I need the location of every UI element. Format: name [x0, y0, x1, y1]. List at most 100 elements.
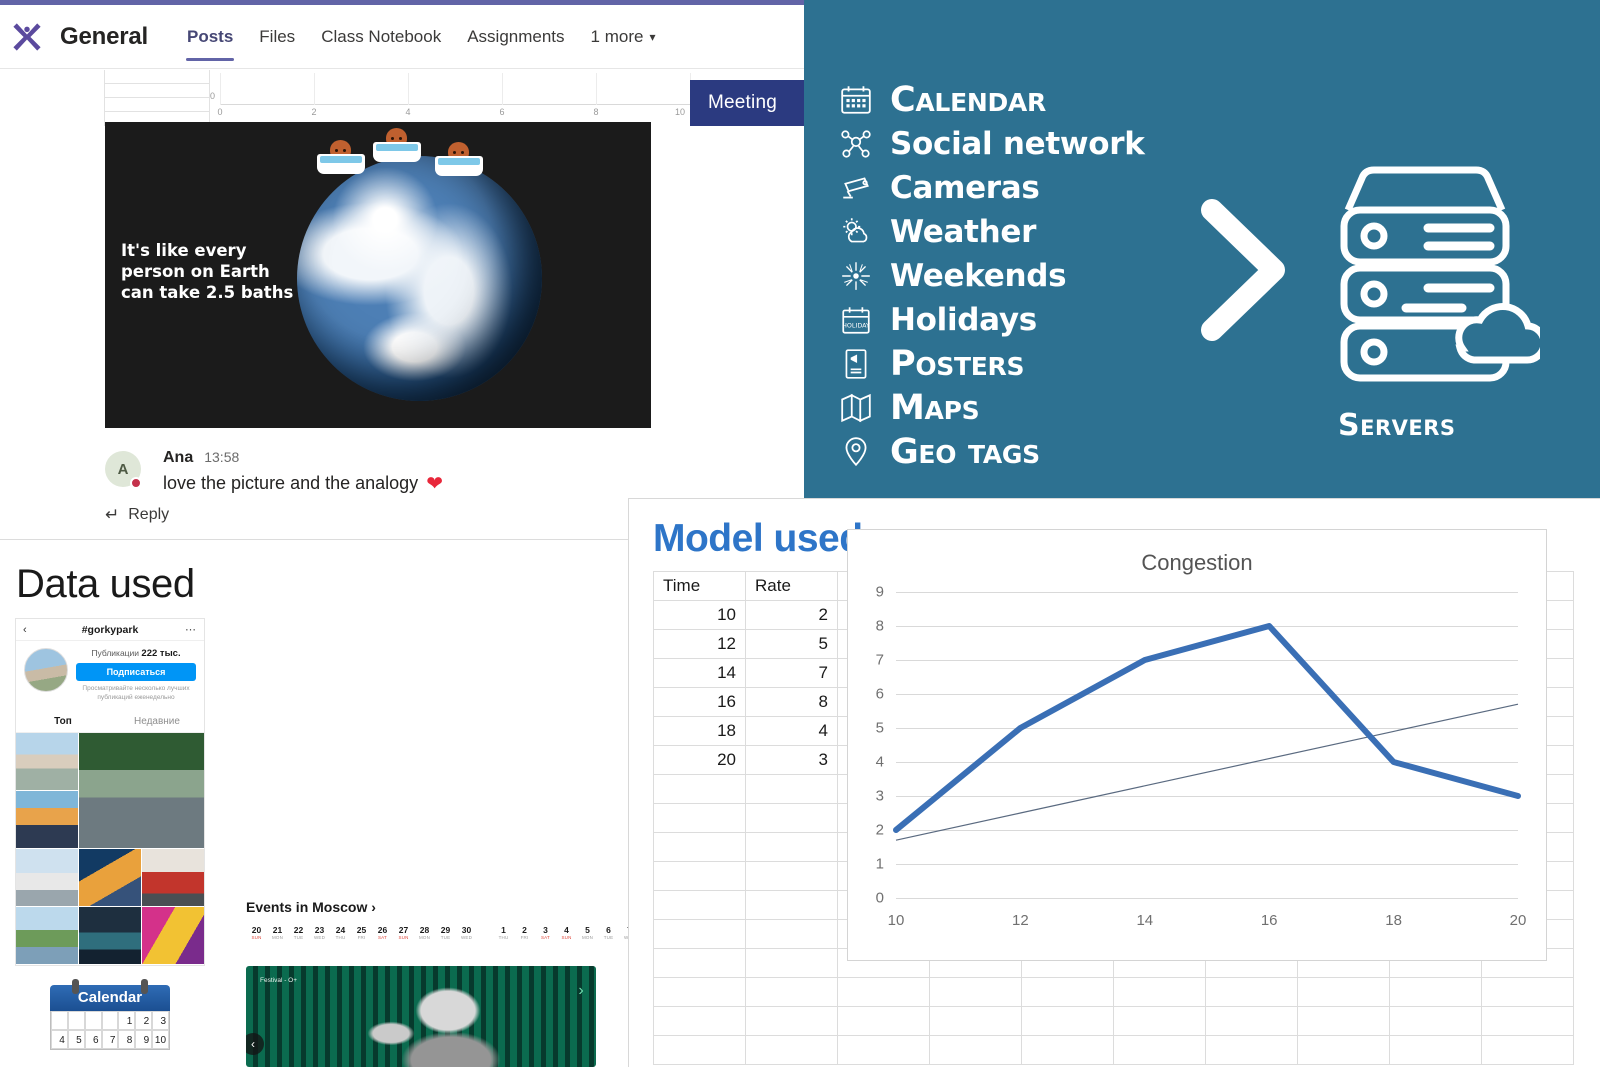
cell-rate[interactable]: 3 — [745, 745, 838, 775]
event-day[interactable]: 1 THU — [493, 925, 514, 940]
instagram-photo-9[interactable] — [142, 906, 204, 964]
calendar-cell[interactable]: 3 — [152, 1011, 170, 1030]
events-banner-carousel[interactable]: Festival - O+ ‹ › — [246, 966, 596, 1067]
calendar-cell[interactable]: 6 — [84, 1030, 102, 1049]
empty-cell[interactable] — [745, 832, 838, 862]
empty-cell[interactable] — [929, 1006, 1022, 1036]
event-day[interactable]: 24 THU — [330, 925, 351, 940]
event-day[interactable]: 23 WED — [309, 925, 330, 940]
tab-posts[interactable]: Posts — [174, 5, 246, 69]
instagram-tab-top[interactable]: Топ — [16, 711, 110, 732]
empty-cell[interactable] — [745, 948, 838, 978]
carousel-prev-icon[interactable]: ‹ — [246, 1033, 264, 1055]
empty-cell[interactable] — [1113, 1006, 1206, 1036]
cell-time[interactable]: 12 — [653, 629, 746, 659]
instagram-photo-5[interactable] — [79, 848, 141, 906]
instagram-tab-recent[interactable]: Недавние — [110, 711, 204, 732]
calendar-cell[interactable] — [84, 1011, 102, 1030]
calendar-cell[interactable]: 9 — [135, 1030, 153, 1049]
calendar-cell[interactable]: 4 — [51, 1030, 68, 1049]
cell-rate[interactable]: 8 — [745, 687, 838, 717]
event-day[interactable]: 5 MON — [577, 925, 598, 940]
empty-cell[interactable] — [1205, 977, 1298, 1007]
instagram-photo-2[interactable] — [79, 732, 204, 848]
event-day[interactable]: 3 SAT — [535, 925, 556, 940]
more-dots-icon[interactable]: ⋯ — [185, 623, 197, 636]
event-day[interactable]: 6 TUE — [598, 925, 619, 940]
event-day[interactable]: 22 TUE — [288, 925, 309, 940]
empty-cell[interactable] — [653, 832, 746, 862]
tab-assignments[interactable]: Assignments — [454, 5, 577, 69]
calendar-cell[interactable] — [51, 1011, 68, 1030]
meeting-badge[interactable]: Meeting — [690, 80, 804, 126]
cell-rate[interactable]: 7 — [745, 658, 838, 688]
empty-cell[interactable] — [745, 1035, 838, 1065]
empty-cell[interactable] — [1389, 1035, 1482, 1065]
cell-rate[interactable]: 5 — [745, 629, 838, 659]
event-day[interactable]: 30 WED — [456, 925, 477, 940]
empty-cell[interactable] — [1205, 1035, 1298, 1065]
empty-cell[interactable] — [1481, 1006, 1574, 1036]
empty-cell[interactable] — [653, 803, 746, 833]
empty-cell[interactable] — [653, 861, 746, 891]
empty-cell[interactable] — [745, 803, 838, 833]
empty-cell[interactable] — [1021, 1035, 1114, 1065]
instagram-photo-3[interactable] — [16, 790, 78, 848]
empty-cell[interactable] — [1481, 1035, 1574, 1065]
empty-cell[interactable] — [1021, 1006, 1114, 1036]
empty-cell[interactable] — [1297, 977, 1390, 1007]
empty-cell[interactable] — [837, 977, 930, 1007]
calendar-cell[interactable] — [67, 1011, 85, 1030]
instagram-follow-button[interactable]: Подписаться — [76, 663, 196, 681]
empty-cell[interactable] — [929, 1035, 1022, 1065]
tab-more[interactable]: 1 more ▾ — [578, 5, 669, 69]
empty-cell[interactable] — [1113, 977, 1206, 1007]
empty-cell[interactable] — [837, 1035, 930, 1065]
empty-cell[interactable] — [745, 774, 838, 804]
empty-cell[interactable] — [653, 774, 746, 804]
empty-cell[interactable] — [745, 890, 838, 920]
calendar-cell[interactable]: 2 — [135, 1011, 153, 1030]
empty-cell[interactable] — [1389, 1006, 1482, 1036]
calendar-cell[interactable]: 7 — [101, 1030, 119, 1049]
empty-cell[interactable] — [1113, 1035, 1206, 1065]
calendar-cell[interactable]: 5 — [67, 1030, 85, 1049]
tab-class-notebook[interactable]: Class Notebook — [308, 5, 454, 69]
instagram-photo-6[interactable] — [142, 848, 204, 906]
empty-cell[interactable] — [745, 977, 838, 1007]
event-day[interactable]: 25 FRI — [351, 925, 372, 940]
event-day[interactable]: 28 MON — [414, 925, 435, 940]
instagram-photo-4[interactable] — [16, 848, 78, 906]
empty-cell[interactable] — [1297, 1035, 1390, 1065]
event-day[interactable]: 27 SUN — [393, 925, 414, 940]
congestion-chart[interactable]: Congestion 9 8 7 6 5 4 3 2 1 0 10 12 14 … — [847, 529, 1547, 961]
empty-cell[interactable] — [745, 861, 838, 891]
cell-time[interactable]: 20 — [653, 745, 746, 775]
event-day[interactable]: 29 TUE — [435, 925, 456, 940]
empty-cell[interactable] — [653, 890, 746, 920]
tab-files[interactable]: Files — [246, 5, 308, 69]
calendar-cell[interactable]: 10 — [152, 1030, 170, 1049]
event-day[interactable]: 26 SAT — [372, 925, 393, 940]
instagram-photo-7[interactable] — [16, 906, 78, 964]
empty-cell[interactable] — [837, 1006, 930, 1036]
reply-button[interactable]: ↵ Reply — [105, 505, 169, 525]
empty-cell[interactable] — [653, 919, 746, 949]
empty-cell[interactable] — [653, 1035, 746, 1065]
empty-cell[interactable] — [1205, 1006, 1298, 1036]
event-day[interactable]: 20 SUN — [246, 925, 267, 940]
empty-cell[interactable] — [1297, 1006, 1390, 1036]
event-day[interactable]: 4 SUN — [556, 925, 577, 940]
cell-time[interactable]: 18 — [653, 716, 746, 746]
empty-cell[interactable] — [653, 977, 746, 1007]
calendar-cell[interactable]: 1 — [118, 1011, 136, 1030]
chevron-left-icon[interactable]: ‹ — [23, 624, 27, 636]
cell-time[interactable]: 10 — [653, 600, 746, 630]
event-day[interactable]: 21 MON — [267, 925, 288, 940]
empty-cell[interactable] — [1389, 977, 1482, 1007]
instagram-photo-1[interactable] — [16, 732, 78, 790]
cell-time[interactable]: 16 — [653, 687, 746, 717]
empty-cell[interactable] — [745, 919, 838, 949]
events-in-moscow-title[interactable]: Events in Moscow › — [246, 899, 376, 915]
empty-cell[interactable] — [745, 1006, 838, 1036]
